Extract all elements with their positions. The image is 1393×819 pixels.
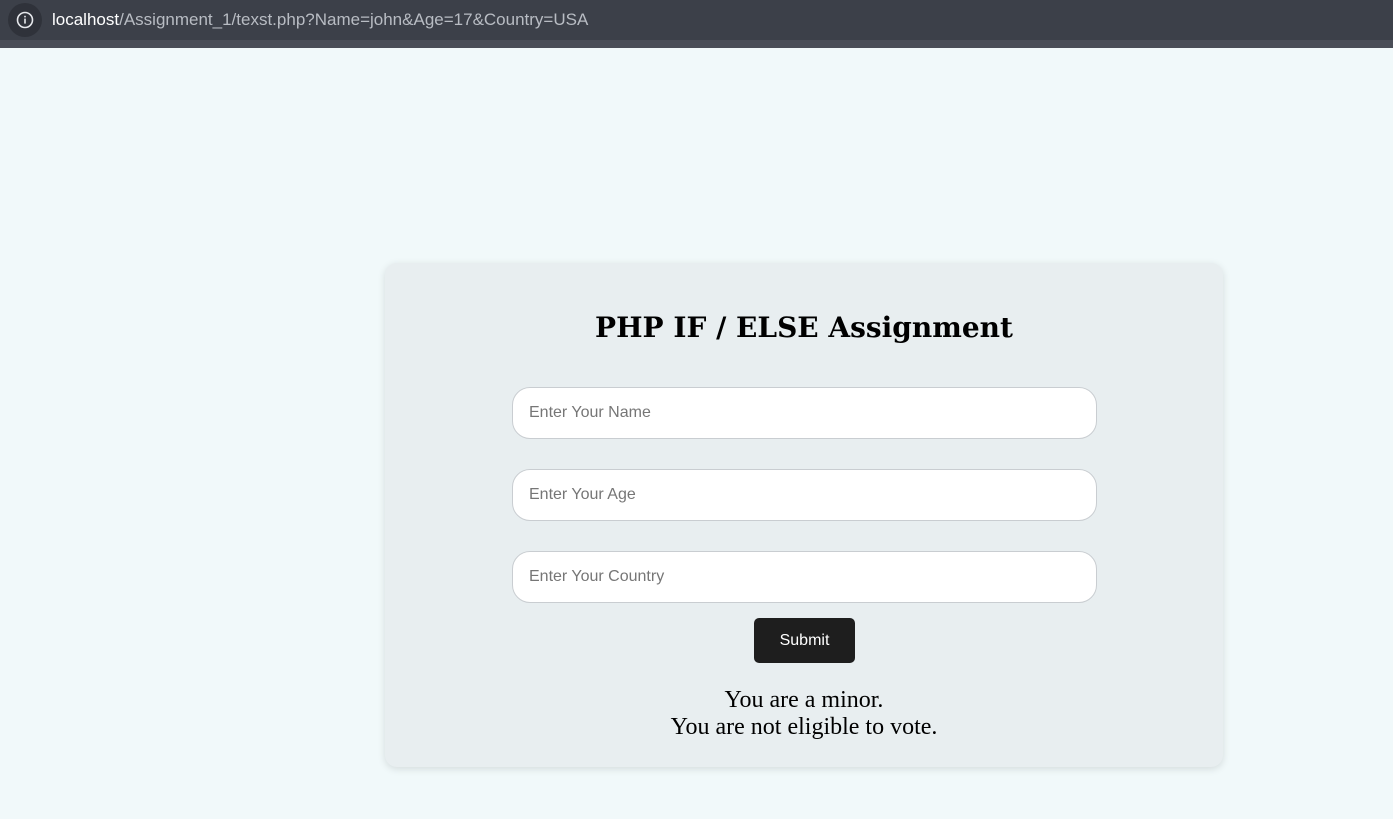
submit-button[interactable]: Submit <box>754 618 855 663</box>
info-icon <box>16 11 34 29</box>
form-card: PHP IF / ELSE Assignment Submit You are … <box>385 263 1223 767</box>
browser-address-bar: localhost/Assignment_1/texst.php?Name=jo… <box>0 0 1393 40</box>
site-info-button[interactable] <box>8 3 42 37</box>
page-title: PHP IF / ELSE Assignment <box>595 311 1013 344</box>
url-path: /Assignment_1/texst.php?Name=john&Age=17… <box>119 10 589 29</box>
result-message: You are a minor. You are not eligible to… <box>385 687 1223 741</box>
result-line-minor: You are a minor. <box>724 687 884 713</box>
name-input[interactable] <box>512 387 1097 439</box>
browser-bar-divider <box>0 40 1393 48</box>
age-input[interactable] <box>512 469 1097 521</box>
url-text[interactable]: localhost/Assignment_1/texst.php?Name=jo… <box>52 9 588 31</box>
result-line-eligibility: You are not eligible to vote. <box>670 714 938 740</box>
country-input[interactable] <box>512 551 1097 603</box>
url-host: localhost <box>52 10 120 29</box>
